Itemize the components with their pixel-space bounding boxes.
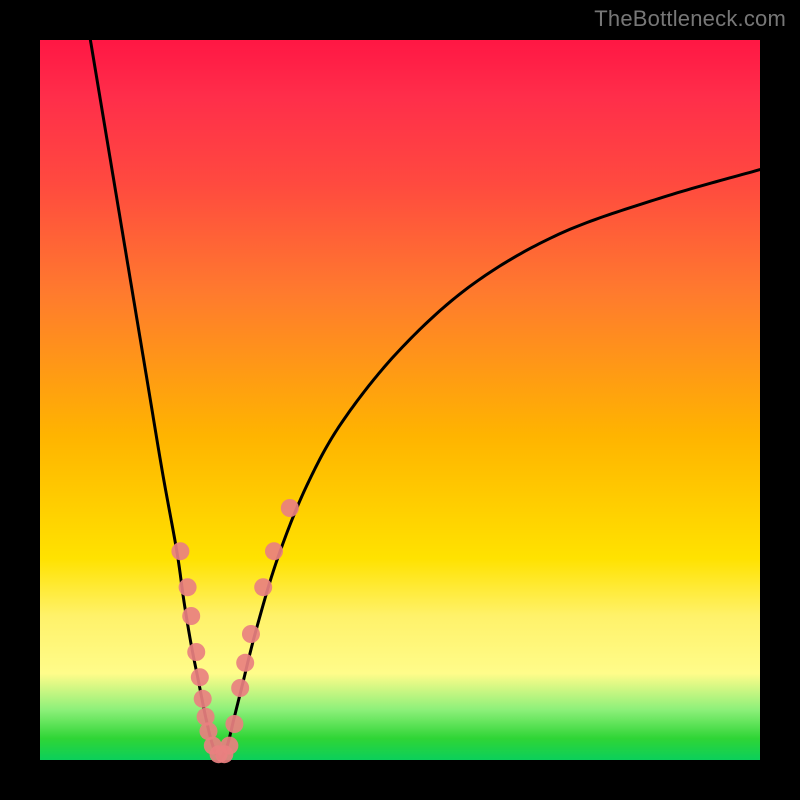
curve-svg (40, 40, 760, 760)
marker-point (254, 578, 272, 596)
marker-point (179, 578, 197, 596)
watermark-text: TheBottleneck.com (594, 6, 786, 32)
chart-frame: TheBottleneck.com (0, 0, 800, 800)
marker-point (242, 625, 260, 643)
marker-point (225, 715, 243, 733)
marker-point (231, 679, 249, 697)
marker-group (171, 499, 298, 763)
plot-area (40, 40, 760, 760)
marker-point (191, 668, 209, 686)
marker-point (171, 542, 189, 560)
marker-point (187, 643, 205, 661)
marker-point (220, 737, 238, 755)
marker-point (182, 607, 200, 625)
marker-point (281, 499, 299, 517)
marker-point (265, 542, 283, 560)
marker-point (236, 654, 254, 672)
curve-right-branch (220, 170, 760, 760)
marker-point (194, 690, 212, 708)
